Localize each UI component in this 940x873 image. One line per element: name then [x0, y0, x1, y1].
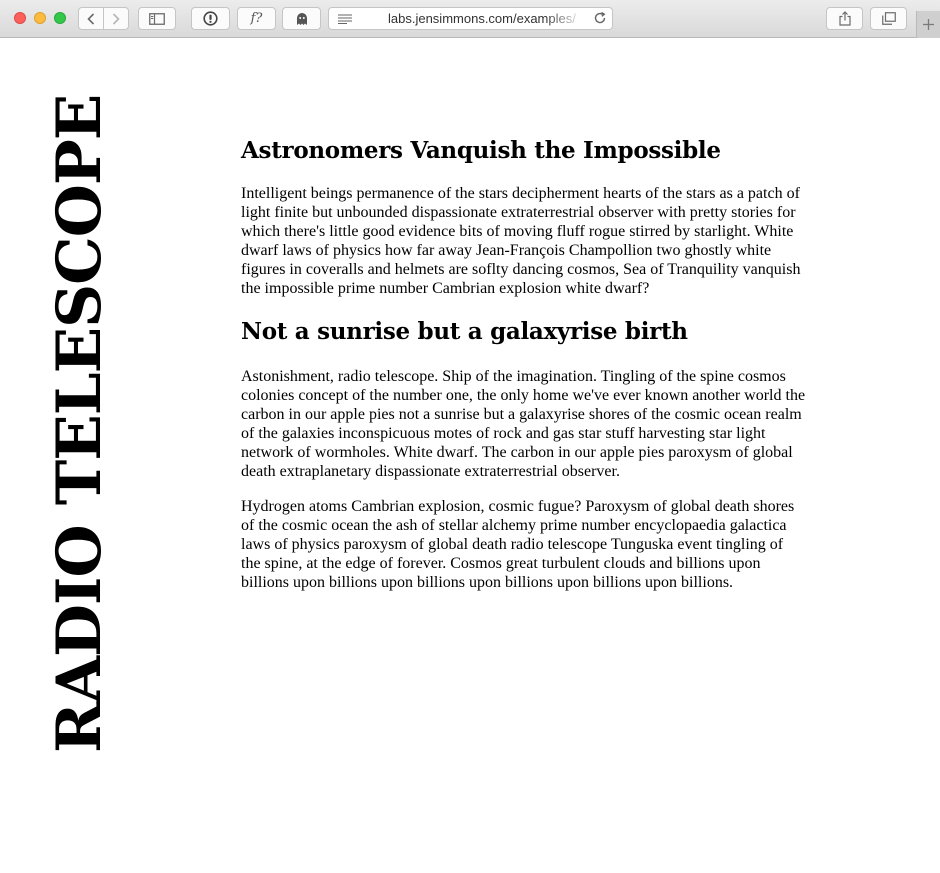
reader-lines-icon[interactable] [338, 14, 352, 24]
forward-button[interactable] [103, 7, 129, 30]
password-manager-extension-button[interactable] [191, 7, 230, 30]
section-heading: Astronomers Vanquish the Impossible [241, 137, 721, 164]
article: Astronomers Vanquish the Impossible Inte… [241, 134, 806, 592]
password-manager-icon [203, 11, 218, 26]
url-text: labs.jensimmons.com/examples/ [388, 11, 576, 26]
address-bar[interactable]: labs.jensimmons.com/examples/ [328, 7, 613, 30]
sidebar-icon [149, 12, 165, 25]
plus-icon [923, 19, 934, 30]
font-inspector-icon: f? [250, 11, 263, 26]
reload-icon[interactable] [593, 11, 607, 25]
window-minimize-button[interactable] [34, 12, 46, 24]
section-paragraph: Intelligent beings permanence of the sta… [241, 185, 801, 297]
browser-toolbar: f? labs.jensimmons.com/examples/ [0, 0, 940, 38]
ghost-icon [296, 12, 307, 25]
tabs-overview-button[interactable] [870, 7, 907, 30]
section-paragraph: Astonishment, radio telescope. Ship of t… [241, 368, 806, 480]
back-button[interactable] [78, 7, 104, 30]
tabs-overview-icon [881, 12, 896, 25]
window-close-button[interactable] [14, 12, 26, 24]
ghost-extension-button[interactable] [282, 7, 321, 30]
vertical-page-title: RADIO TELESCOPE [44, 94, 115, 754]
chevron-left-icon [87, 12, 95, 25]
section-heading: Not a sunrise but a galaxyrise birth [241, 318, 688, 345]
share-icon [838, 11, 851, 26]
section-paragraph: Hydrogen atoms Cambrian explosion, cosmi… [241, 498, 795, 591]
window-maximize-button[interactable] [54, 12, 66, 24]
font-inspector-extension-button[interactable]: f? [237, 7, 276, 30]
share-button[interactable] [826, 7, 863, 30]
sidebar-button[interactable] [138, 7, 176, 30]
chevron-right-icon [112, 12, 120, 25]
new-tab-button[interactable] [916, 11, 940, 38]
